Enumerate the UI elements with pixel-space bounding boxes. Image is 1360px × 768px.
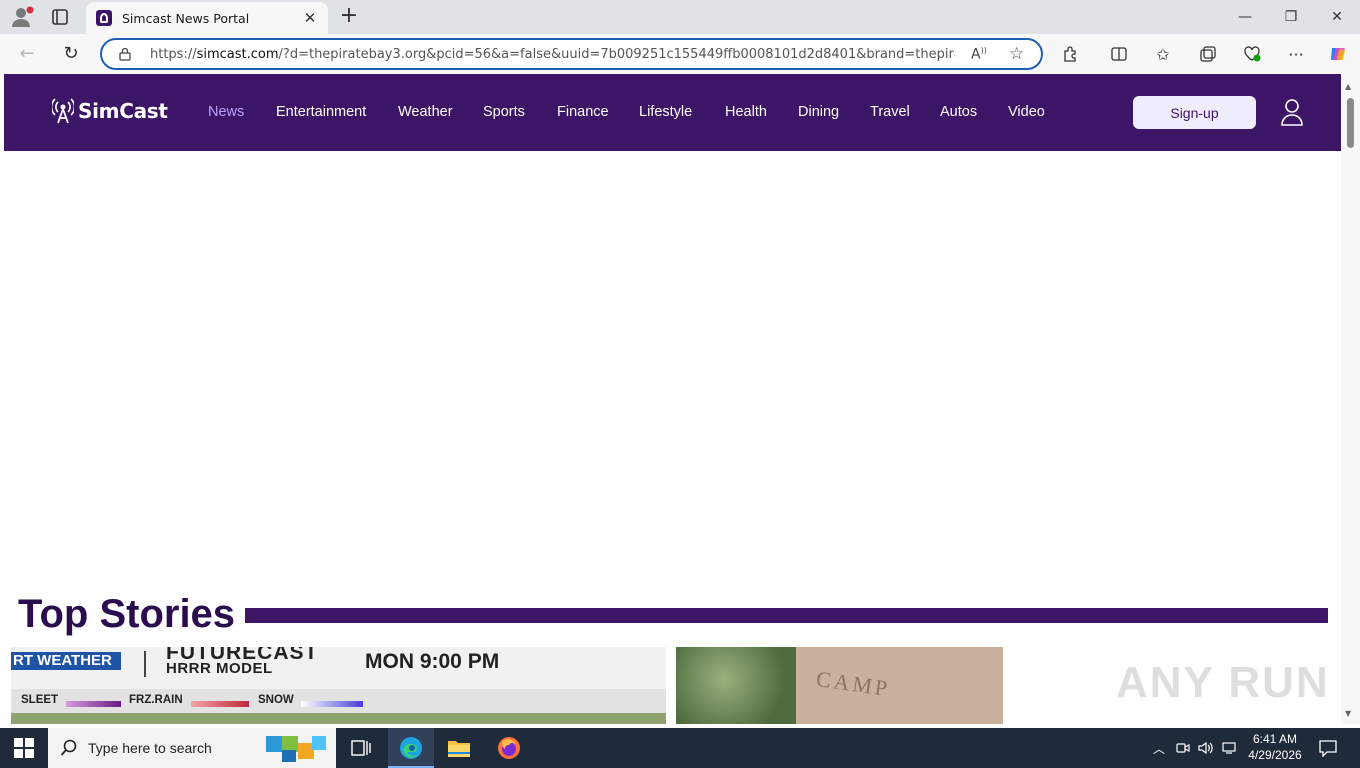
extensions-icon[interactable] xyxy=(1060,43,1082,65)
page-scrollbar[interactable]: ▲ ▼ xyxy=(1341,74,1360,724)
forecast-time: MON 9:00 PM xyxy=(365,650,500,673)
browser-essentials-icon[interactable] xyxy=(1241,43,1263,65)
nav-news[interactable]: News xyxy=(208,104,244,120)
url-host: simcast.com xyxy=(196,46,279,62)
new-tab-button[interactable]: + xyxy=(338,5,360,27)
windows-taskbar: Type here to search ︿ 6:41 AM 4/29/2026 xyxy=(0,728,1360,768)
network-icon[interactable] xyxy=(1222,740,1238,756)
logo-text: SimCast xyxy=(78,99,168,123)
nav-sports[interactable]: Sports xyxy=(483,104,525,120)
broadcast-tower-icon xyxy=(50,98,76,124)
nav-dining[interactable]: Dining xyxy=(798,104,839,120)
scroll-up-arrow-icon[interactable]: ▲ xyxy=(1345,82,1351,91)
legend-sleet-bar xyxy=(66,701,121,707)
clock-time: 6:41 AM xyxy=(1252,732,1298,746)
search-icon xyxy=(60,739,77,756)
site-logo[interactable]: SimCast xyxy=(50,96,168,126)
story-card-weather[interactable]: RT WEATHER FUTURECAST HRRR MODEL MON 9:0… xyxy=(11,647,666,724)
weather-brand-label: RT WEATHER xyxy=(11,652,121,670)
clock-date: 4/29/2026 xyxy=(1248,748,1302,762)
copilot-icon[interactable] xyxy=(1327,43,1349,65)
meet-now-icon[interactable] xyxy=(1175,740,1191,756)
address-bar[interactable]: https://simcast.com/?d=thepiratebay3.org… xyxy=(100,38,1043,70)
site-favicon-icon xyxy=(96,10,112,26)
split-screen-icon[interactable] xyxy=(1108,43,1130,65)
nav-autos[interactable]: Autos xyxy=(940,104,977,120)
url-text[interactable]: https://simcast.com/?d=thepiratebay3.org… xyxy=(150,47,955,62)
section-title: Top Stories xyxy=(18,592,236,636)
close-window-button[interactable]: ✕ xyxy=(1314,0,1360,34)
collections-icon[interactable] xyxy=(1197,43,1219,65)
read-aloud-icon[interactable]: A)) xyxy=(971,46,991,63)
tree-image xyxy=(676,647,796,724)
legend-freezing-rain-bar xyxy=(191,701,249,707)
section-divider xyxy=(245,608,1328,623)
taskbar-search-box[interactable]: Type here to search xyxy=(48,728,336,768)
legend-sleet: SLEET xyxy=(21,694,59,706)
divider xyxy=(144,651,146,677)
volume-icon[interactable] xyxy=(1198,740,1214,756)
search-placeholder: Type here to search xyxy=(88,740,212,756)
browser-tab-bar: Simcast News Portal ✕ + — ❐ ✕ xyxy=(0,0,1360,34)
task-view-icon[interactable] xyxy=(347,734,375,762)
notification-center-icon[interactable] xyxy=(1318,739,1338,758)
favorite-star-icon[interactable]: ☆ xyxy=(1009,44,1029,64)
file-explorer-icon[interactable] xyxy=(445,734,473,762)
nav-video[interactable]: Video xyxy=(1008,104,1045,120)
nav-entertainment[interactable]: Entertainment xyxy=(276,104,366,120)
url-scheme: https:// xyxy=(150,46,197,62)
reload-icon[interactable]: ↻ xyxy=(60,43,82,65)
back-arrow-icon[interactable]: ← xyxy=(16,43,38,65)
tab-actions-icon[interactable] xyxy=(50,7,70,27)
legend-snow-bar xyxy=(301,701,363,707)
anyrun-watermark: ANY RUN xyxy=(1116,658,1330,707)
tab-title: Simcast News Portal xyxy=(122,10,250,26)
firefox-icon[interactable] xyxy=(495,734,523,762)
nav-health[interactable]: Health xyxy=(725,104,767,120)
nav-finance[interactable]: Finance xyxy=(557,104,609,120)
minimize-button[interactable]: — xyxy=(1222,0,1268,34)
favorites-icon[interactable]: ✩ xyxy=(1152,43,1174,65)
lock-icon[interactable] xyxy=(118,47,132,61)
legend-snow: SNOW xyxy=(258,694,294,706)
browser-toolbar: ← ↻ https://simcast.com/?d=thepiratebay3… xyxy=(0,34,1360,74)
more-menu-icon[interactable]: ··· xyxy=(1285,43,1307,65)
story-card-camp[interactable]: CAMP xyxy=(676,647,1003,724)
browser-tab[interactable]: Simcast News Portal ✕ xyxy=(86,2,328,34)
puzzle-pieces-icon xyxy=(266,736,326,762)
site-header: SimCast News Entertainment Weather Sport… xyxy=(4,74,1341,151)
tray-overflow-chevron-icon[interactable]: ︿ xyxy=(1151,740,1167,756)
nav-weather[interactable]: Weather xyxy=(398,104,453,120)
nav-travel[interactable]: Travel xyxy=(870,104,910,120)
taskbar-edge-button[interactable] xyxy=(388,728,434,768)
signup-button[interactable]: Sign-up xyxy=(1133,96,1256,129)
taskbar-clock[interactable]: 6:41 AM 4/29/2026 xyxy=(1243,731,1307,763)
windows-start-icon[interactable] xyxy=(14,738,34,758)
nav-lifestyle[interactable]: Lifestyle xyxy=(639,104,692,120)
close-tab-icon[interactable]: ✕ xyxy=(302,9,318,27)
user-account-icon[interactable] xyxy=(1280,98,1304,126)
scroll-thumb[interactable] xyxy=(1347,98,1354,148)
scroll-down-arrow-icon[interactable]: ▼ xyxy=(1345,709,1351,718)
legend-freezing-rain: FRZ.RAIN xyxy=(129,694,183,706)
edge-browser-icon xyxy=(400,737,422,759)
web-page: SimCast News Entertainment Weather Sport… xyxy=(4,74,1341,724)
model-label: HRRR MODEL xyxy=(166,660,273,677)
url-path: /?d=thepiratebay3.org&pcid=56&a=false&uu… xyxy=(278,46,955,62)
maximize-button[interactable]: ❐ xyxy=(1268,0,1314,34)
profile-icon[interactable] xyxy=(10,6,34,28)
forecast-map-image xyxy=(11,713,666,724)
